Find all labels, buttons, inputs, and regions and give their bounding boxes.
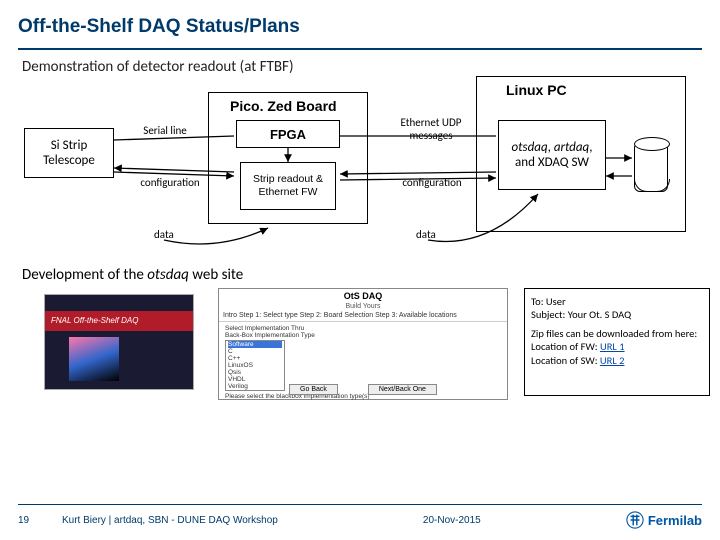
section-website-heading: Development of the otsdaq web site [0, 260, 720, 284]
msg-subject: Subject: Your Ot. S DAQ [531, 308, 703, 321]
label-linuxpc: Linux PC [506, 82, 567, 98]
msg-body: Zip files can be downloaded from here: [531, 327, 703, 340]
footer-date: 20-Nov-2015 [423, 515, 481, 526]
wizard-tabs: Intro Step 1: Select type Step 2: Board … [219, 310, 507, 322]
label-picozed: Pico. Zed Board [230, 98, 337, 114]
wizard-subtitle: Build Yours [219, 303, 507, 310]
wizard-next-btn: Next/Back One [368, 384, 437, 395]
label-configuration-right: configuration [392, 176, 472, 189]
box-fpga: FPGA [236, 120, 340, 148]
email-message-box: To: User Subject: Your Ot. S DAQ Zip fil… [524, 288, 710, 396]
link-sw-url[interactable]: URL 2 [600, 354, 625, 367]
link-fw-url[interactable]: URL 1 [600, 340, 625, 353]
box-daq-software: otsdaq, artdaq, and XDAQ SW [498, 120, 606, 190]
slide-footer: 19 Kurt Biery | artdaq, SBN - DUNE DAQ W… [0, 504, 720, 540]
msg-to: To: User [531, 295, 703, 308]
screenshot-homepage-thumb [69, 337, 119, 381]
label-data-right: data [416, 228, 436, 241]
label-data-left: data [154, 228, 174, 241]
screenshot-homepage-banner: FNAL Off-the-Shelf DAQ [45, 311, 193, 331]
screenshot-homepage: FNAL Off-the-Shelf DAQ [44, 294, 194, 390]
slide-title: Off-the-Shelf DAQ Status/Plans [18, 16, 702, 38]
page-number: 19 [18, 515, 42, 526]
wizard-title: OtS DAQ [219, 289, 507, 303]
label-ethernet-udp: Ethernet UDP messages [386, 116, 476, 142]
wizard-back-btn: Go Back [289, 384, 338, 395]
box-strip-readout-fw: Strip readout & Ethernet FW [240, 162, 336, 210]
footer-credit: Kurt Biery | artdaq, SBN - DUNE DAQ Work… [62, 515, 278, 526]
box-si-telescope: Si Strip Telescope [24, 128, 114, 178]
label-serial-line: Serial line [130, 124, 200, 137]
database-icon [634, 142, 668, 192]
label-configuration-left: configuration [130, 176, 210, 189]
fermilab-logo: Fermilab [626, 511, 702, 529]
readout-diagram: Si Strip Telescope Pico. Zed Board FPGA … [18, 80, 702, 260]
screenshots-row: FNAL Off-the-Shelf DAQ OtS DAQ Build You… [18, 288, 702, 408]
screenshot-wizard: OtS DAQ Build Yours Intro Step 1: Select… [218, 288, 508, 400]
